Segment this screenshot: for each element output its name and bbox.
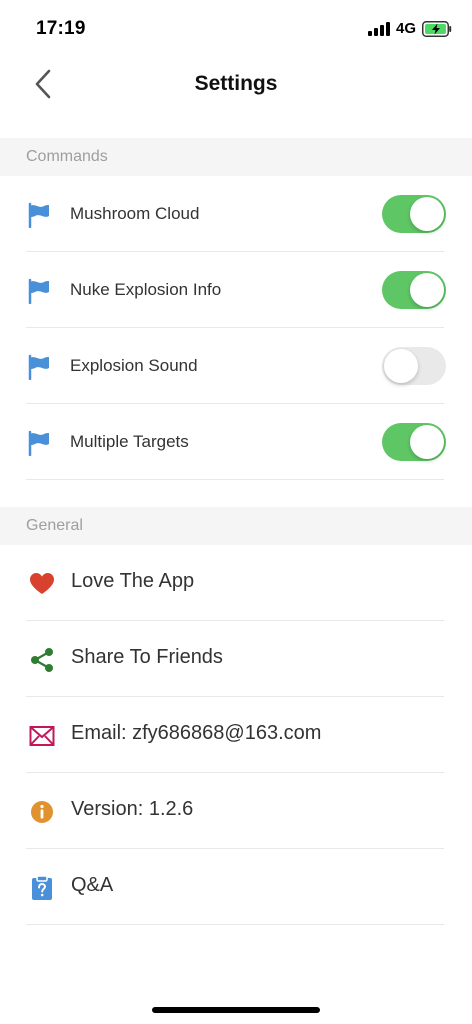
flag-icon bbox=[26, 278, 52, 304]
status-bar: 17:19 4G bbox=[0, 0, 472, 56]
section-header-label: Commands bbox=[26, 148, 108, 165]
toggle-knob bbox=[410, 425, 444, 459]
command-item-label: Nuke Explosion Info bbox=[70, 280, 222, 299]
command-item-label: Mushroom Cloud bbox=[70, 204, 200, 223]
general-item-label: Love The App bbox=[71, 570, 195, 592]
network-type: 4G bbox=[395, 20, 416, 37]
general-item-email[interactable]: Email: zfy686868@163.com bbox=[0, 697, 472, 773]
status-time: 17:19 bbox=[36, 18, 86, 39]
flag-icon bbox=[26, 430, 52, 456]
heart-icon bbox=[29, 571, 55, 597]
section-header-general: General bbox=[0, 507, 472, 545]
mushroom-cloud-toggle[interactable] bbox=[382, 195, 446, 233]
page-title: Settings bbox=[194, 72, 278, 95]
general-item-label: Version: 1.2.6 bbox=[71, 798, 194, 820]
flag-icon bbox=[26, 202, 52, 228]
nuke-explosion-info-toggle[interactable] bbox=[382, 271, 446, 309]
section-header-label: General bbox=[26, 517, 83, 534]
signal-icon bbox=[367, 21, 390, 36]
navigation-bar: Settings bbox=[0, 56, 472, 112]
general-item-share-to-friends[interactable]: Share To Friends bbox=[0, 621, 472, 697]
mail-icon bbox=[29, 723, 55, 749]
battery-charging-icon bbox=[422, 20, 452, 37]
general-item-version[interactable]: Version: 1.2.6 bbox=[0, 773, 472, 849]
divider bbox=[26, 924, 444, 925]
info-icon bbox=[29, 799, 55, 825]
toggle-knob bbox=[410, 197, 444, 231]
toggle-knob bbox=[410, 273, 444, 307]
command-item-mushroom-cloud: Mushroom Cloud bbox=[0, 176, 472, 252]
general-item-label: Email: zfy686868@163.com bbox=[71, 722, 322, 744]
flag-icon bbox=[26, 354, 52, 380]
command-item-label: Explosion Sound bbox=[70, 356, 198, 375]
general-item-label: Share To Friends bbox=[71, 646, 223, 668]
home-indicator[interactable] bbox=[152, 1007, 320, 1013]
explosion-sound-toggle[interactable] bbox=[382, 347, 446, 385]
question-icon bbox=[29, 875, 55, 901]
command-item-nuke-explosion-info: Nuke Explosion Info bbox=[0, 252, 472, 328]
general-item-qa[interactable]: Q&A bbox=[0, 849, 472, 925]
share-icon bbox=[29, 647, 55, 673]
command-item-label: Multiple Targets bbox=[70, 432, 189, 451]
section-header-commands: Commands bbox=[0, 138, 472, 176]
divider bbox=[26, 479, 444, 480]
command-item-multiple-targets: Multiple Targets bbox=[0, 404, 472, 480]
status-indicators: 4G bbox=[367, 20, 452, 37]
command-item-explosion-sound: Explosion Sound bbox=[0, 328, 472, 404]
toggle-knob bbox=[384, 349, 418, 383]
general-item-label: Q&A bbox=[71, 874, 114, 896]
general-item-love-the-app[interactable]: Love The App bbox=[0, 545, 472, 621]
multiple-targets-toggle[interactable] bbox=[382, 423, 446, 461]
